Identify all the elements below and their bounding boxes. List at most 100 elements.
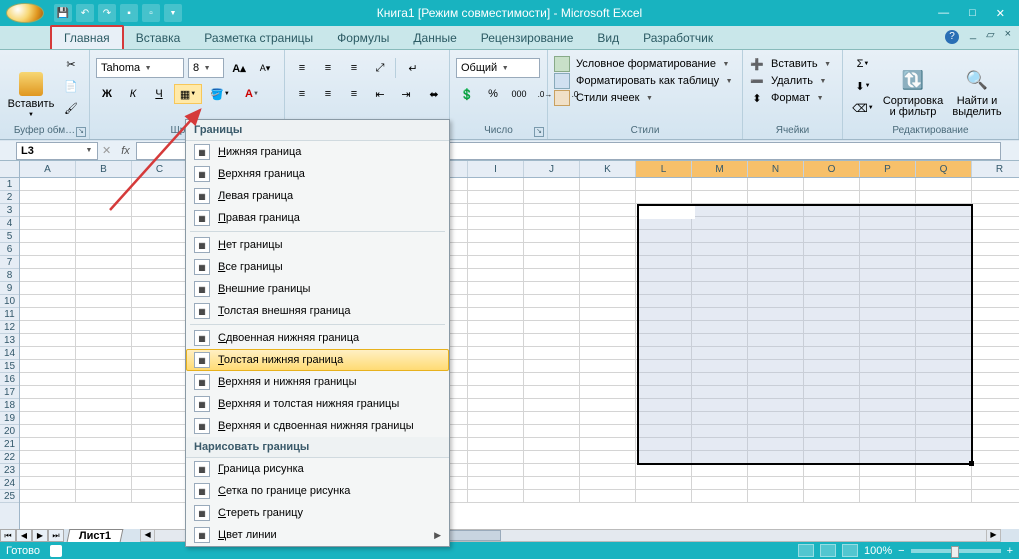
cell[interactable] [580, 230, 636, 243]
qat-item[interactable]: ▪ [120, 4, 138, 22]
cell[interactable] [748, 477, 804, 490]
cell[interactable] [524, 490, 580, 503]
scroll-right-button[interactable]: ▶ [986, 530, 1000, 541]
undo-button[interactable]: ↶ [76, 4, 94, 22]
row-header[interactable]: 13 [0, 334, 19, 347]
cell[interactable] [524, 321, 580, 334]
cell[interactable] [972, 256, 1019, 269]
prev-sheet-button[interactable]: ◀ [16, 529, 32, 542]
cell-styles-button[interactable]: Стили ячеек ▼ [554, 90, 653, 106]
column-header[interactable]: O [804, 161, 860, 177]
row-header[interactable]: 23 [0, 464, 19, 477]
tab-data[interactable]: Данные [401, 27, 468, 49]
cell[interactable] [132, 282, 188, 295]
cell[interactable] [132, 334, 188, 347]
border-menu-item[interactable]: ▦Нижняя граница [186, 141, 449, 163]
border-menu-item[interactable]: ▦Толстая внешняя граница [186, 300, 449, 322]
help-icon[interactable]: ? [945, 30, 959, 44]
column-header[interactable]: I [468, 161, 524, 177]
cell[interactable] [916, 490, 972, 503]
cell[interactable] [468, 412, 524, 425]
cell[interactable] [580, 217, 636, 230]
cell[interactable] [76, 230, 132, 243]
cell[interactable] [972, 464, 1019, 477]
border-menu-item[interactable]: ▦Верхняя и сдвоенная нижняя границы [186, 415, 449, 437]
cell[interactable] [972, 269, 1019, 282]
cell[interactable] [972, 490, 1019, 503]
cell[interactable] [468, 451, 524, 464]
cell[interactable] [972, 451, 1019, 464]
cell[interactable] [468, 373, 524, 386]
column-headers[interactable]: ABCDEFGHIJKLMNOPQR [20, 161, 1019, 178]
cell[interactable] [972, 321, 1019, 334]
row-header[interactable]: 20 [0, 425, 19, 438]
cell[interactable] [76, 347, 132, 360]
cell[interactable] [20, 386, 76, 399]
cancel-formula-icon[interactable]: ✕ [102, 144, 111, 157]
minimize-button[interactable]: — [938, 7, 949, 19]
border-menu-item[interactable]: ▦Граница рисунка [186, 458, 449, 480]
grow-font-button[interactable]: A▴ [228, 58, 250, 78]
column-header[interactable]: K [580, 161, 636, 177]
row-header[interactable]: 21 [0, 438, 19, 451]
cell[interactable] [468, 295, 524, 308]
cell[interactable] [580, 321, 636, 334]
cell[interactable] [20, 204, 76, 217]
cell[interactable] [972, 230, 1019, 243]
cell[interactable] [524, 399, 580, 412]
cell[interactable] [20, 373, 76, 386]
border-menu-item[interactable]: ▦Нет границы [186, 234, 449, 256]
cell[interactable] [132, 191, 188, 204]
cell[interactable] [972, 412, 1019, 425]
row-header[interactable]: 2 [0, 191, 19, 204]
cell[interactable] [524, 464, 580, 477]
cell[interactable] [804, 477, 860, 490]
cell[interactable] [468, 438, 524, 451]
cell[interactable] [132, 412, 188, 425]
row-header[interactable]: 5 [0, 230, 19, 243]
autosum-button[interactable]: Σ▼ [849, 54, 877, 74]
close-button[interactable]: ✕ [996, 7, 1005, 20]
cell[interactable] [580, 477, 636, 490]
cell[interactable] [692, 191, 748, 204]
scroll-left-button[interactable]: ◀ [141, 530, 155, 541]
cell[interactable] [580, 347, 636, 360]
cell[interactable] [972, 373, 1019, 386]
cell[interactable] [972, 438, 1019, 451]
column-header[interactable]: P [860, 161, 916, 177]
currency-button[interactable]: 💲 [456, 84, 478, 104]
cell[interactable] [524, 217, 580, 230]
cell[interactable] [20, 308, 76, 321]
font-size-combo[interactable]: 8▼ [188, 58, 224, 78]
tab-page-layout[interactable]: Разметка страницы [192, 27, 325, 49]
cell[interactable] [468, 360, 524, 373]
cell[interactable] [972, 204, 1019, 217]
fill-color-button[interactable]: 🪣▼ [206, 84, 234, 104]
cell[interactable] [76, 295, 132, 308]
cell[interactable] [636, 477, 692, 490]
cell[interactable] [972, 308, 1019, 321]
cell[interactable] [76, 217, 132, 230]
cell[interactable] [468, 321, 524, 334]
cell[interactable] [76, 243, 132, 256]
row-header[interactable]: 14 [0, 347, 19, 360]
cell[interactable] [748, 191, 804, 204]
cell[interactable] [132, 425, 188, 438]
cell[interactable] [524, 477, 580, 490]
align-center-button[interactable]: ≡ [317, 84, 339, 104]
row-header[interactable]: 16 [0, 373, 19, 386]
increase-indent-button[interactable]: ⇥ [395, 84, 417, 104]
percent-button[interactable]: % [482, 84, 504, 104]
cell[interactable] [132, 477, 188, 490]
cell[interactable] [132, 217, 188, 230]
comma-button[interactable]: 000 [508, 84, 530, 104]
cell[interactable] [972, 425, 1019, 438]
border-menu-item[interactable]: ▦Верхняя и нижняя границы [186, 371, 449, 393]
row-header[interactable]: 9 [0, 282, 19, 295]
cell[interactable] [132, 243, 188, 256]
qat-item[interactable]: ▫ [142, 4, 160, 22]
cell[interactable] [692, 490, 748, 503]
cell[interactable] [580, 243, 636, 256]
save-icon[interactable]: 💾 [54, 4, 72, 22]
cell[interactable] [524, 334, 580, 347]
